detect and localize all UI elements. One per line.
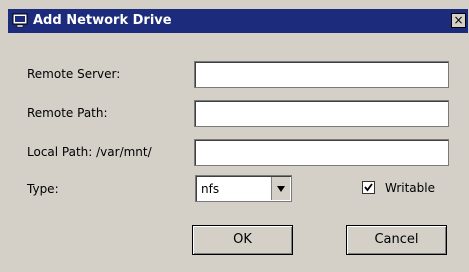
type-select[interactable]: nfs: [195, 175, 292, 202]
close-button[interactable]: ×: [451, 13, 466, 28]
cancel-button[interactable]: Cancel: [346, 225, 447, 255]
close-icon: ×: [453, 13, 464, 27]
remote-path-input[interactable]: [194, 100, 449, 127]
monitor-icon: [12, 13, 28, 28]
add-network-drive-dialog: Add Network Drive × Remote Server: Remot…: [0, 0, 469, 272]
ok-button[interactable]: OK: [192, 225, 293, 255]
remote-server-label: Remote Server:: [27, 67, 121, 81]
remote-path-label: Remote Path:: [27, 106, 108, 120]
writable-label[interactable]: Writable: [385, 181, 435, 195]
checkmark-icon: [364, 183, 373, 192]
local-path-label: Local Path: /var/mnt/: [27, 145, 152, 159]
window-title: Add Network Drive: [33, 13, 172, 28]
chevron-down-icon[interactable]: [271, 177, 290, 200]
type-select-value: nfs: [201, 182, 220, 196]
local-path-input[interactable]: [194, 139, 449, 166]
remote-server-input[interactable]: [194, 61, 449, 88]
type-label: Type:: [27, 182, 59, 196]
writable-checkbox[interactable]: [362, 181, 375, 194]
title-bar[interactable]: Add Network Drive ×: [8, 9, 468, 33]
